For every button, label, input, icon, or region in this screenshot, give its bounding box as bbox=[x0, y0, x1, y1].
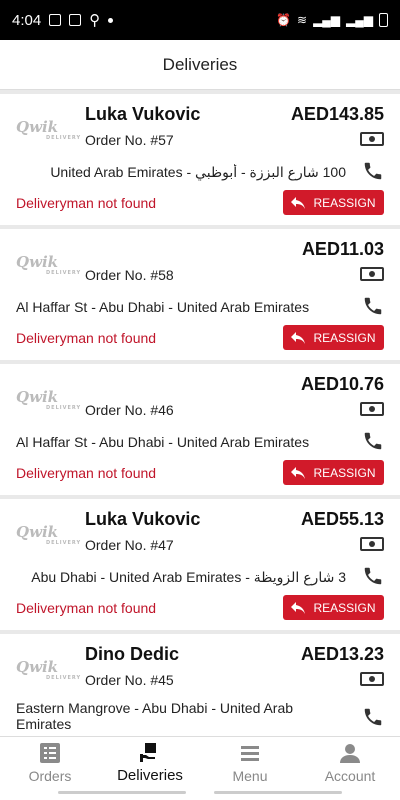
delivery-status: Deliveryman not found bbox=[16, 465, 157, 481]
qwik-logo: Qwik DELIVERY bbox=[16, 118, 80, 144]
menu-icon bbox=[241, 745, 259, 761]
qwik-logo: Qwik DELIVERY bbox=[16, 253, 80, 279]
order-number: Order No. #58 bbox=[85, 267, 174, 283]
qwik-logo: Qwik DELIVERY bbox=[16, 388, 80, 414]
nav-menu[interactable]: Menu bbox=[200, 737, 300, 788]
delivery-card[interactable]: Qwik DELIVERY Luka Vukovic Order No. #47 … bbox=[0, 499, 400, 630]
gesture-bar bbox=[0, 788, 400, 800]
order-price: AED11.03 bbox=[301, 239, 384, 259]
order-number: Order No. #47 bbox=[85, 537, 174, 553]
delivery-address: 3 شارع الزويظة - Abu Dhabi - United Arab… bbox=[31, 569, 346, 585]
order-number: Order No. #45 bbox=[85, 672, 174, 688]
signal2-icon: ▂▄▆ bbox=[346, 13, 373, 27]
logo-subtext: DELIVERY bbox=[46, 405, 82, 411]
logo-subtext: DELIVERY bbox=[46, 540, 82, 546]
nav-orders-label: Orders bbox=[28, 767, 72, 784]
order-price: AED143.85 bbox=[290, 104, 384, 124]
battery-icon bbox=[379, 13, 388, 27]
phone-icon[interactable] bbox=[362, 295, 384, 317]
app-bar: Deliveries bbox=[0, 40, 400, 90]
reply-icon bbox=[291, 196, 306, 209]
delivery-card[interactable]: Qwik DELIVERY Order No. #46 AED10.76 Al H… bbox=[0, 364, 400, 495]
delivery-card[interactable]: Qwik DELIVERY Order No. #58 AED11.03 Al H… bbox=[0, 229, 400, 360]
logo-text: Qwik bbox=[16, 523, 59, 541]
phone-icon[interactable] bbox=[362, 565, 384, 587]
gesture-handle-right bbox=[214, 791, 342, 794]
order-price: AED55.13 bbox=[300, 509, 384, 529]
signal-icon: ▂▄▆ bbox=[313, 13, 341, 27]
reassign-button[interactable]: REASSIGN bbox=[283, 190, 384, 215]
nav-deliveries-label: Deliveries bbox=[117, 767, 183, 784]
customer-name: Luka Vukovic bbox=[85, 104, 201, 124]
page-title: Deliveries bbox=[162, 54, 238, 74]
customer-name: Dino Dedic bbox=[85, 644, 180, 664]
cash-icon bbox=[360, 537, 384, 551]
dot-icon bbox=[108, 17, 114, 23]
account-icon bbox=[340, 743, 360, 763]
location-icon: ⚲ bbox=[89, 12, 101, 29]
status-bar: 4:04 ⚲ ⏰ ≋ ▂▄▆ ▂▄▆ bbox=[0, 0, 400, 40]
logo-text: Qwik bbox=[16, 118, 59, 136]
reassign-label: REASSIGN bbox=[313, 330, 376, 345]
order-price: AED13.23 bbox=[300, 644, 384, 664]
logo-subtext: DELIVERY bbox=[46, 135, 82, 141]
delivery-address: Al Haffar St - Abu Dhabi - United Arab E… bbox=[16, 299, 310, 315]
nav-deliveries[interactable]: Deliveries bbox=[100, 737, 200, 788]
delivery-status: Deliveryman not found bbox=[16, 195, 157, 211]
order-number: Order No. #57 bbox=[85, 132, 174, 148]
wifi-icon: ≋ bbox=[297, 13, 308, 27]
bottom-nav: Orders Deliveries Menu Account bbox=[0, 736, 400, 788]
order-number: Order No. #46 bbox=[85, 402, 174, 418]
delivery-status: Deliveryman not found bbox=[16, 330, 157, 346]
status-time: 4:04 bbox=[12, 11, 42, 29]
reassign-label: REASSIGN bbox=[313, 600, 376, 615]
phone-icon[interactable] bbox=[362, 706, 384, 728]
reassign-button[interactable]: REASSIGN bbox=[283, 595, 384, 620]
logo-text: Qwik bbox=[16, 253, 59, 271]
phone-icon[interactable] bbox=[362, 160, 384, 182]
nav-account-label: Account bbox=[324, 767, 376, 784]
qwik-logo: Qwik DELIVERY bbox=[16, 658, 80, 684]
reassign-label: REASSIGN bbox=[313, 465, 376, 480]
cash-icon bbox=[360, 132, 384, 146]
logo-subtext: DELIVERY bbox=[46, 270, 82, 276]
delivery-card[interactable]: Qwik DELIVERY Luka Vukovic Order No. #57 … bbox=[0, 94, 400, 225]
nav-orders[interactable]: Orders bbox=[0, 737, 100, 788]
delivery-address: Eastern Mangrove - Abu Dhabi - United Ar… bbox=[16, 700, 294, 732]
deliveries-icon bbox=[140, 743, 156, 762]
customer-name: Luka Vukovic bbox=[85, 509, 201, 529]
delivery-address: 100 شارع البززة - أبوظبي - United Arab E… bbox=[50, 164, 346, 180]
delivery-status: Deliveryman not found bbox=[16, 600, 157, 616]
phone-icon[interactable] bbox=[362, 430, 384, 452]
qwik-logo: Qwik DELIVERY bbox=[16, 523, 80, 549]
alarm-icon: ⏰ bbox=[276, 13, 291, 27]
nav-account[interactable]: Account bbox=[300, 737, 400, 788]
delivery-card[interactable]: Qwik DELIVERY Dino Dedic Order No. #45 AE… bbox=[0, 634, 400, 736]
deliveries-list[interactable]: Qwik DELIVERY Luka Vukovic Order No. #57 … bbox=[0, 94, 400, 736]
logo-text: Qwik bbox=[16, 658, 59, 676]
reply-icon bbox=[291, 466, 306, 479]
delivery-address: Al Haffar St - Abu Dhabi - United Arab E… bbox=[16, 434, 310, 450]
reply-icon bbox=[291, 601, 306, 614]
logo-text: Qwik bbox=[16, 388, 59, 406]
notification-icon bbox=[69, 14, 82, 26]
gesture-handle-left bbox=[58, 791, 186, 794]
order-price: AED10.76 bbox=[300, 374, 384, 394]
orders-icon bbox=[40, 742, 60, 763]
reassign-button[interactable]: REASSIGN bbox=[283, 460, 384, 485]
cash-icon bbox=[360, 267, 384, 281]
reply-icon bbox=[291, 331, 306, 344]
nav-menu-label: Menu bbox=[232, 767, 268, 784]
reassign-label: REASSIGN bbox=[313, 195, 376, 210]
gallery-icon bbox=[49, 14, 62, 26]
logo-subtext: DELIVERY bbox=[46, 675, 82, 681]
cash-icon bbox=[360, 672, 384, 686]
cash-icon bbox=[360, 402, 384, 416]
reassign-button[interactable]: REASSIGN bbox=[283, 325, 384, 350]
